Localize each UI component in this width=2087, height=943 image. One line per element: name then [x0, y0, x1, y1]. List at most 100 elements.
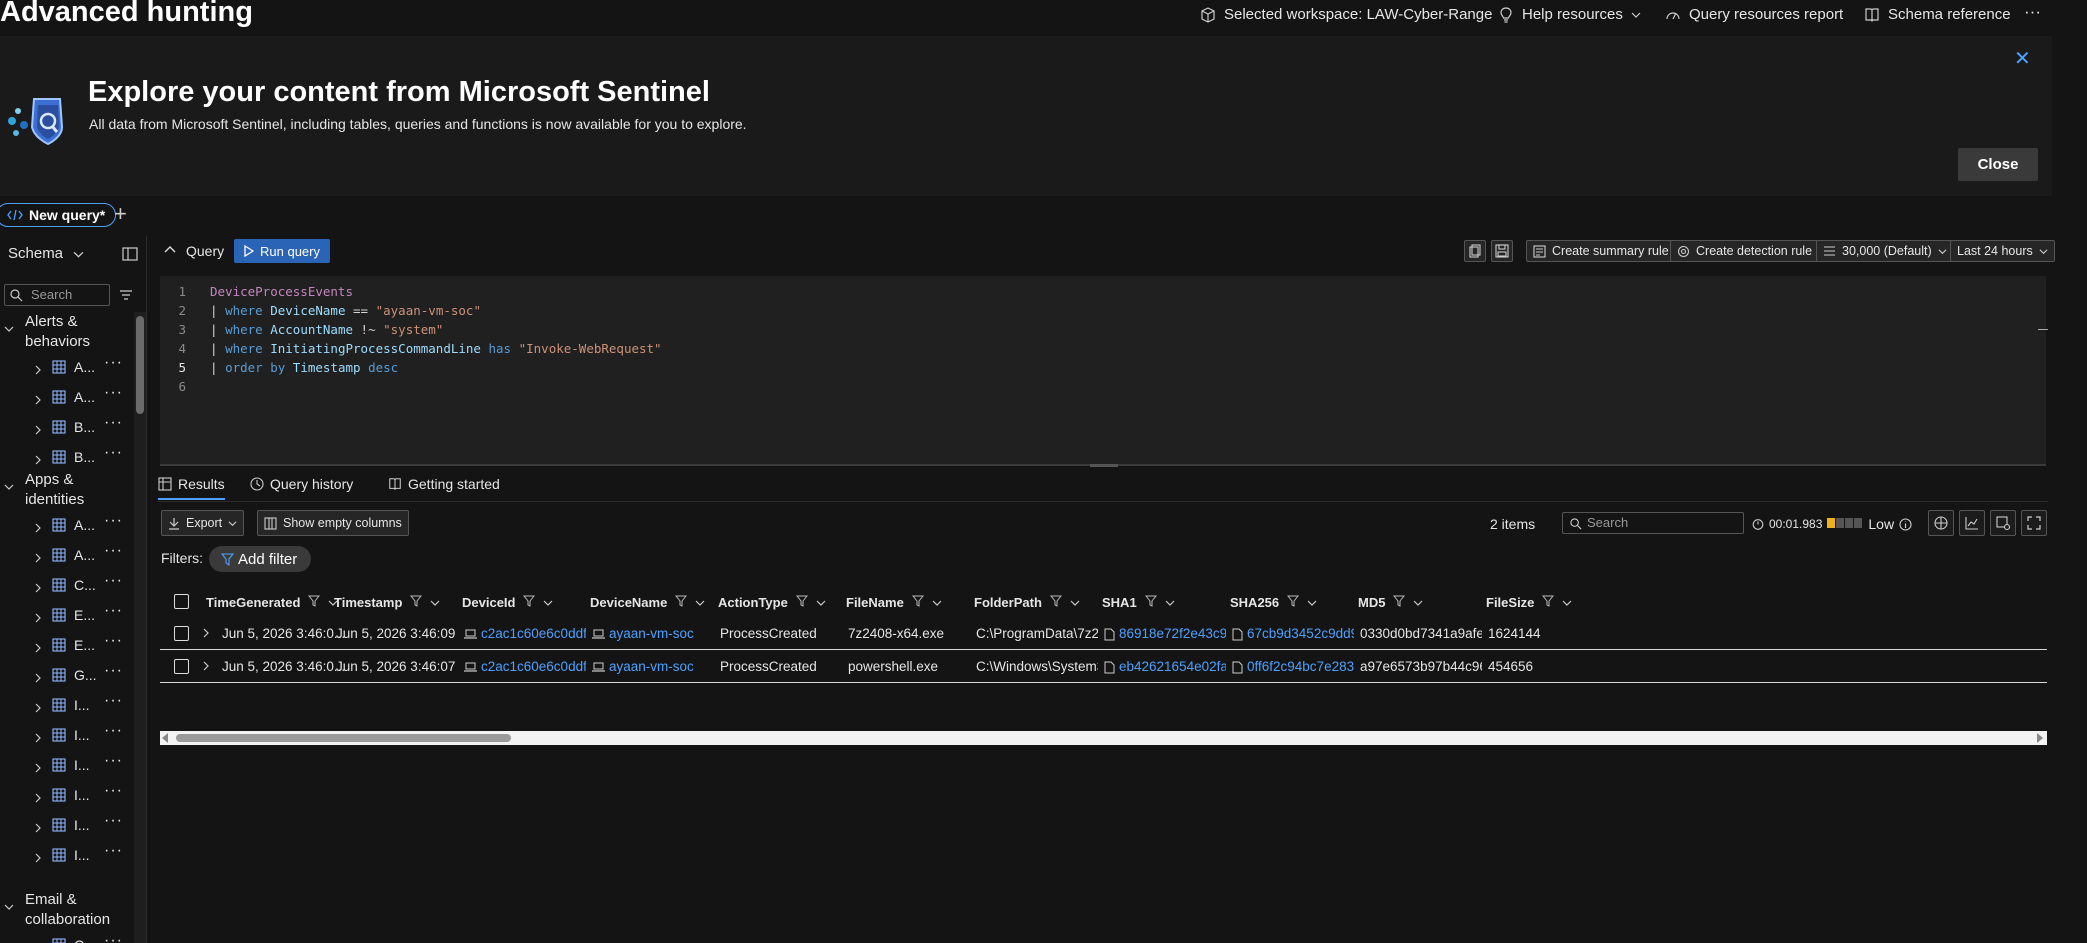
cell-link[interactable]: ayaan-vm-soc: [609, 659, 694, 674]
column-filter-button[interactable]: [523, 595, 536, 610]
tab-query-history[interactable]: Query history: [250, 476, 353, 492]
result-limit-dropdown[interactable]: 30,000 (Default): [1816, 240, 1954, 262]
tab-getting-started[interactable]: Getting started: [388, 476, 500, 492]
schema-table-item[interactable]: E... ···: [0, 630, 130, 660]
info-icon[interactable]: [1899, 517, 1912, 531]
table-more-button[interactable]: ···: [104, 842, 123, 860]
table-more-button[interactable]: ···: [104, 542, 123, 560]
schema-table-item[interactable]: I... ···: [0, 720, 130, 750]
table-more-button[interactable]: ···: [104, 572, 123, 590]
chevron-up-icon[interactable]: [164, 244, 176, 254]
table-cell[interactable]: 67cb9d3452c9dd974...: [1232, 626, 1354, 641]
table-more-button[interactable]: ···: [104, 512, 123, 530]
column-header[interactable]: SHA256: [1230, 586, 1317, 618]
column-menu-button[interactable]: [1413, 595, 1423, 610]
schema-table-item[interactable]: A... ···: [0, 352, 130, 382]
column-header[interactable]: FolderPath: [974, 586, 1080, 618]
table-row[interactable]: Jun 5, 2026 3:46:0... Jun 5, 2026 3:46:07…: [160, 651, 2047, 683]
schema-reference-button[interactable]: Schema reference: [1864, 6, 2011, 23]
schema-group[interactable]: Alerts & behaviors: [0, 312, 130, 352]
column-filter-button[interactable]: [1542, 595, 1555, 610]
column-menu-button[interactable]: [1562, 595, 1572, 610]
query-editor[interactable]: 1 DeviceProcessEvents 2 | where DeviceName …: [160, 276, 2046, 466]
run-query-button[interactable]: Run query: [234, 239, 330, 263]
column-header[interactable]: TimeGenerated: [206, 586, 338, 618]
row-expand-button[interactable]: [202, 626, 210, 641]
schema-group[interactable]: Email & collaboration: [0, 890, 130, 930]
table-more-button[interactable]: ···: [104, 662, 123, 680]
filter-lines-icon[interactable]: [119, 289, 133, 301]
table-more-button[interactable]: ···: [104, 632, 123, 650]
code-line[interactable]: | order by Timestamp desc: [210, 360, 398, 375]
code-line[interactable]: | where DeviceName == "ayaan-vm-soc": [210, 303, 481, 318]
column-header[interactable]: FileSize: [1486, 586, 1572, 618]
query-resources-report-button[interactable]: Query resources report: [1665, 6, 1843, 23]
help-resources-button[interactable]: Help resources: [1498, 6, 1641, 23]
column-filter-button[interactable]: [911, 595, 924, 610]
schema-table-item[interactable]: B... ···: [0, 412, 130, 442]
dismiss-banner-button[interactable]: ✕: [2014, 46, 2031, 71]
add-tab-button[interactable]: +: [114, 201, 127, 227]
table-more-button[interactable]: ···: [104, 752, 123, 770]
scroll-left-arrow[interactable]: [162, 733, 168, 743]
column-menu-button[interactable]: [1070, 595, 1080, 610]
customize-columns-button[interactable]: [1990, 510, 2016, 536]
schema-table-item[interactable]: I... ···: [0, 690, 130, 720]
create-summary-rule-button[interactable]: Create summary rule: [1526, 240, 1676, 262]
column-filter-button[interactable]: [1144, 595, 1157, 610]
column-header[interactable]: DeviceName: [590, 586, 705, 618]
schema-table-item[interactable]: G... ···: [0, 660, 130, 690]
chart-view-button[interactable]: [1959, 510, 1985, 536]
column-filter-button[interactable]: [1393, 595, 1406, 610]
table-more-button[interactable]: ···: [104, 354, 123, 372]
schema-group[interactable]: Apps & identities: [0, 470, 130, 510]
schema-table-item[interactable]: I... ···: [0, 810, 130, 840]
code-line[interactable]: | where AccountName !~ "system": [210, 322, 443, 337]
cell-link[interactable]: 86918e72f2e43c9c66...: [1119, 626, 1226, 641]
table-more-button[interactable]: ···: [104, 932, 123, 943]
tab-results[interactable]: Results: [158, 476, 225, 500]
table-cell[interactable]: ayaan-vm-soc: [592, 659, 714, 674]
table-more-button[interactable]: ···: [104, 414, 123, 432]
table-cell[interactable]: eb42621654e02faf2d...: [1104, 659, 1226, 674]
table-more-button[interactable]: ···: [104, 384, 123, 402]
close-button[interactable]: Close: [1958, 148, 2038, 181]
table-row[interactable]: Jun 5, 2026 3:46:0... Jun 5, 2026 3:46:09…: [160, 618, 2047, 650]
select-all-checkbox[interactable]: [174, 594, 189, 609]
scroll-right-arrow[interactable]: [2037, 733, 2043, 743]
more-options-button[interactable]: ···: [2024, 2, 2041, 22]
column-filter-button[interactable]: [410, 595, 423, 610]
table-more-button[interactable]: ···: [104, 602, 123, 620]
fullscreen-button[interactable]: [2021, 510, 2047, 536]
row-checkbox[interactable]: [174, 659, 189, 674]
cell-link[interactable]: eb42621654e02faf2d...: [1119, 659, 1226, 674]
results-search-input[interactable]: Search: [1562, 512, 1744, 534]
table-more-button[interactable]: ···: [104, 444, 123, 462]
table-cell[interactable]: ayaan-vm-soc: [592, 626, 714, 641]
schema-table-item[interactable]: A... ···: [0, 540, 130, 570]
results-horizontal-scrollbar[interactable]: [160, 731, 2047, 745]
cell-link[interactable]: c2ac1c60e6c0ddf193...: [481, 626, 586, 641]
schema-table-item[interactable]: C... ···: [0, 930, 130, 943]
column-menu-button[interactable]: [816, 595, 826, 610]
cell-link[interactable]: c2ac1c60e6c0ddf193...: [481, 659, 586, 674]
schema-table-item[interactable]: C... ···: [0, 570, 130, 600]
column-header[interactable]: Timestamp: [334, 586, 440, 618]
column-menu-button[interactable]: [430, 595, 440, 610]
schema-table-item[interactable]: E... ···: [0, 600, 130, 630]
editor-resize-handle[interactable]: [1090, 464, 1118, 467]
workspace-selector[interactable]: Selected workspace: LAW-Cyber-Range: [1200, 6, 1492, 23]
column-header[interactable]: SHA1: [1102, 586, 1175, 618]
table-cell[interactable]: c2ac1c60e6c0ddf193...: [464, 659, 586, 674]
cell-link[interactable]: ayaan-vm-soc: [609, 626, 694, 641]
schema-table-item[interactable]: A... ···: [0, 382, 130, 412]
table-more-button[interactable]: ···: [104, 812, 123, 830]
cell-link[interactable]: 0ff6f2c94bc7e2833a5...: [1247, 659, 1354, 674]
column-menu-button[interactable]: [932, 595, 942, 610]
row-expand-button[interactable]: [202, 659, 210, 674]
table-cell[interactable]: 0ff6f2c94bc7e2833a5...: [1232, 659, 1354, 674]
time-range-dropdown[interactable]: Last 24 hours: [1950, 240, 2055, 262]
column-filter-button[interactable]: [1049, 595, 1062, 610]
column-filter-button[interactable]: [308, 595, 321, 610]
table-more-button[interactable]: ···: [104, 722, 123, 740]
